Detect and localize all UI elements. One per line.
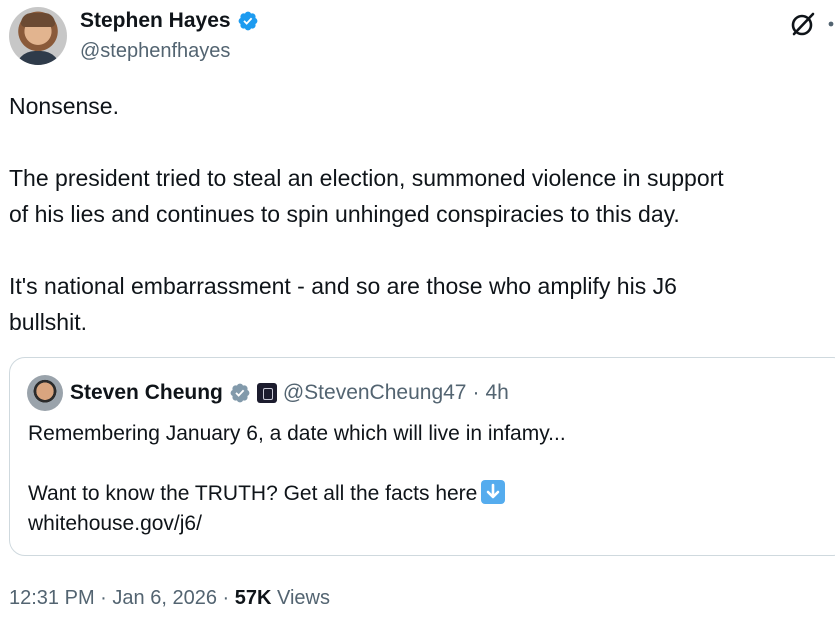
meta-separator-2: · (222, 587, 230, 609)
post-meta: 12:31 PM · Jan 6, 2026 · 57K Views (9, 584, 330, 612)
post-text: Nonsense. The president tried to steal a… (9, 93, 724, 335)
avatar-hair (21, 13, 55, 27)
verified-badge-icon[interactable] (237, 10, 259, 32)
quote-line-2: Want to know the TRUTH? Get all the fact… (28, 482, 478, 505)
author-handle[interactable]: @stephenfhayes (80, 38, 230, 64)
quote-text: Remembering January 6, a date which will… (28, 419, 828, 539)
grok-icon[interactable] (789, 10, 817, 38)
quote-link: whitehouse.gov/j6/ (28, 512, 202, 535)
quote-line-1: Remembering January 6, a date which will… (28, 422, 566, 445)
author-avatar[interactable] (9, 7, 67, 65)
post-date[interactable]: Jan 6, 2026 (112, 587, 217, 609)
post-time[interactable]: 12:31 PM (9, 587, 95, 609)
more-icon[interactable] (827, 20, 835, 28)
affiliation-badge-icon[interactable] (256, 383, 277, 403)
quote-header: Steven Cheung @StevenCheung47 · 4h (70, 379, 509, 407)
gray-verified-badge-icon[interactable] (229, 382, 251, 404)
views-label: Views (277, 587, 330, 609)
quote-avatar[interactable] (27, 375, 63, 411)
quote-author-name[interactable]: Steven Cheung (70, 379, 223, 407)
quote-separator: · (472, 381, 480, 404)
views-count: 57K (234, 587, 272, 609)
quote-timestamp[interactable]: 4h (485, 379, 508, 407)
quote-author-handle[interactable]: @StevenCheung47 (283, 379, 467, 407)
avatar-shirt (15, 51, 61, 65)
down-arrow-emoji-icon (481, 480, 506, 504)
author-name-row[interactable]: Stephen Hayes (80, 8, 259, 34)
author-name[interactable]: Stephen Hayes (80, 8, 231, 34)
quoted-post[interactable]: Steven Cheung @StevenCheung47 · 4h Remem… (9, 357, 835, 556)
meta-separator-1: · (100, 587, 107, 609)
